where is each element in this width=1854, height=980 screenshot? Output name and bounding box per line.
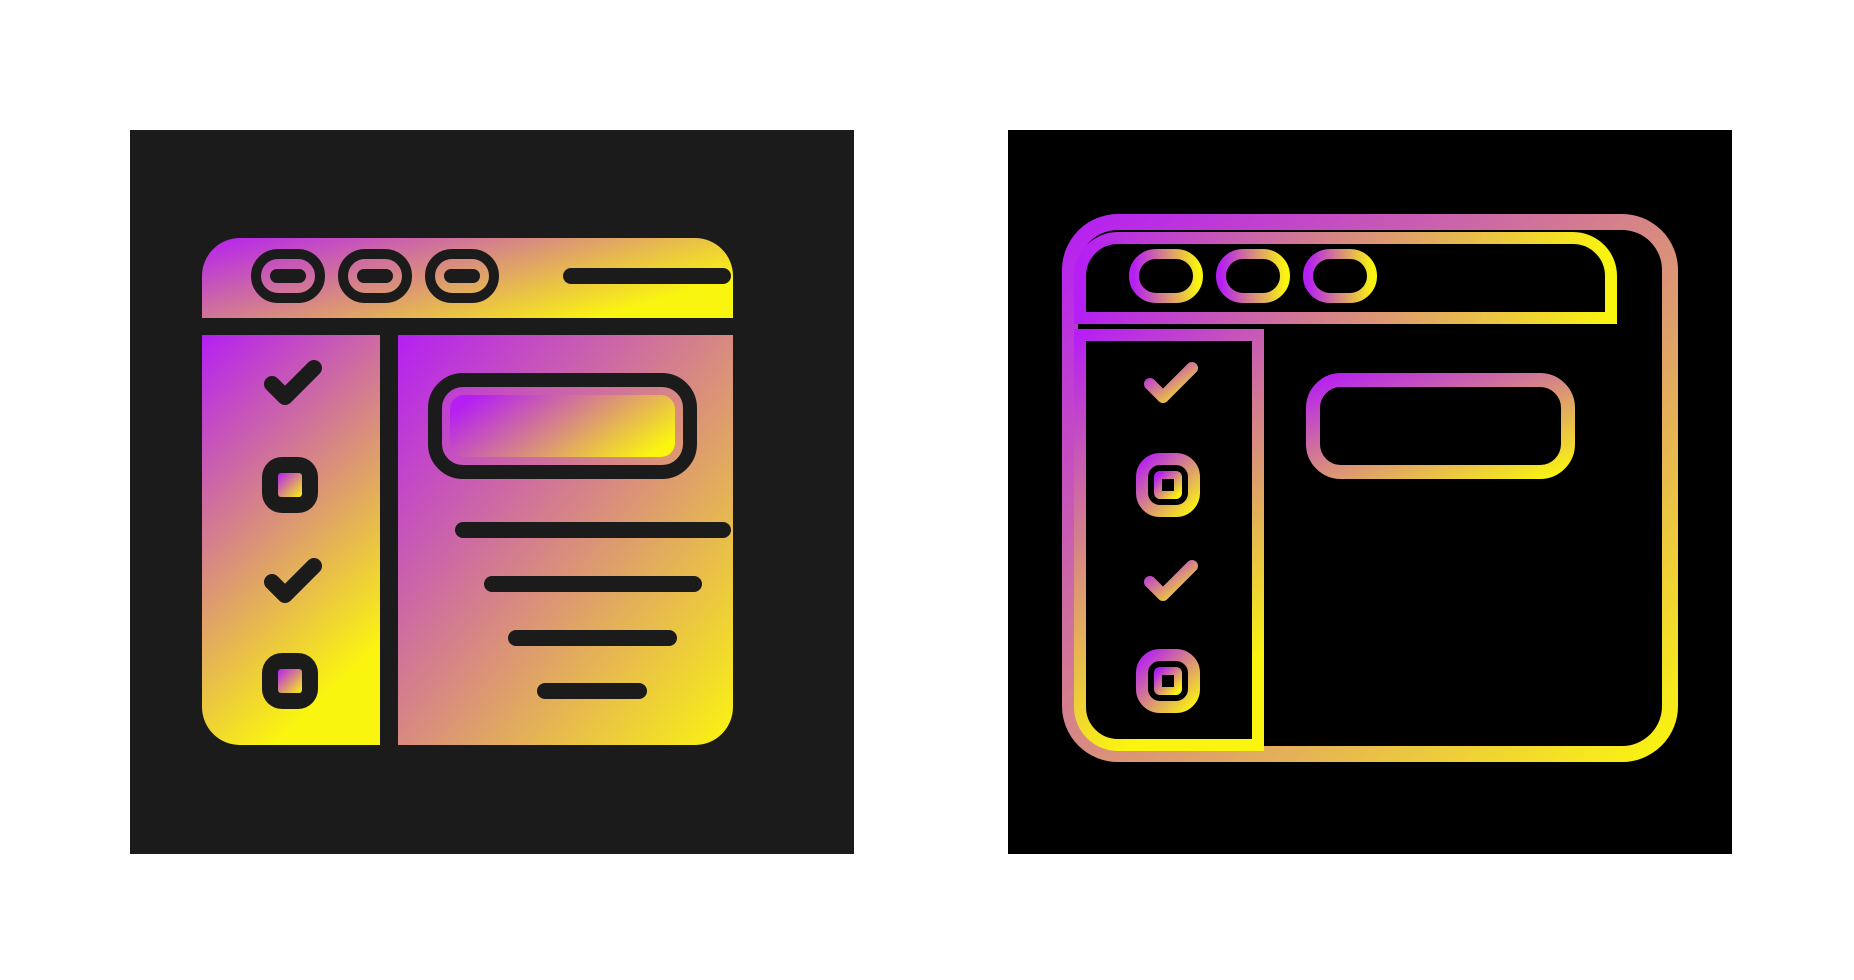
icon-tile-filled	[130, 130, 854, 854]
checklist-browser-filled-icon	[130, 130, 854, 854]
icon-tile-outline	[1008, 130, 1732, 854]
checklist-browser-outline-icon	[1008, 130, 1732, 854]
